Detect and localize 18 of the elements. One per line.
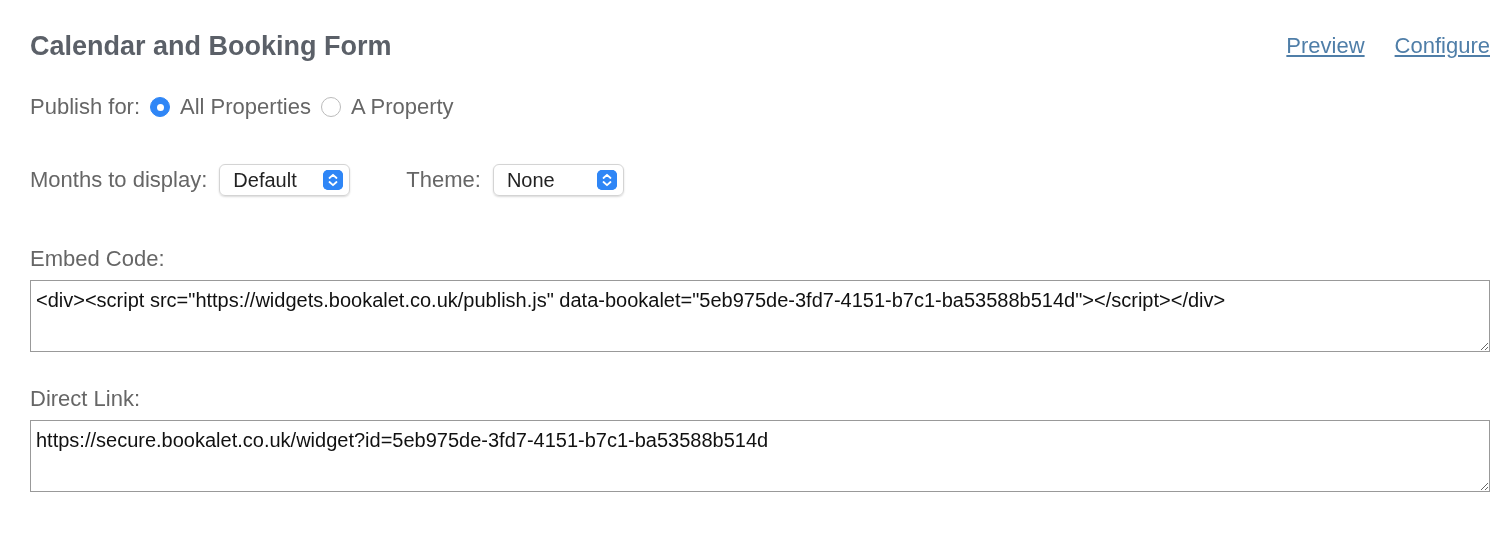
dropdown[interactable]: Default <box>219 164 351 196</box>
select-label: Theme: <box>406 167 481 193</box>
radio-button[interactable] <box>150 97 171 117</box>
radio-label[interactable]: All Properties <box>180 94 311 120</box>
header-link[interactable]: Configure <box>1394 33 1490 59</box>
code-field[interactable]: <div><script src="https://widgets.bookalet.co.uk/publish.js" data-bookalet="5eb975de-3fd7-4151-b7c1-ba53588b514d"></script></div> <box>30 280 1490 352</box>
radio-label[interactable]: A Property <box>350 94 454 120</box>
chevron-updown-icon <box>323 170 344 190</box>
radio-button[interactable] <box>320 97 341 117</box>
page-title: Calendar and Booking Form <box>30 30 392 62</box>
chevron-updown-icon <box>596 170 617 190</box>
header-link[interactable]: Preview <box>1286 33 1365 59</box>
select-label: Months to display: <box>30 167 208 193</box>
publish-label: Publish for: <box>30 94 141 120</box>
code-field[interactable]: https://secure.bookalet.co.uk/widget?id=5eb975de-3fd7-4151-b7c1-ba53588b514d <box>30 420 1490 492</box>
dropdown[interactable]: None <box>492 164 624 196</box>
field-label: Embed Code: <box>30 246 166 272</box>
field-label: Direct Link: <box>30 386 142 412</box>
